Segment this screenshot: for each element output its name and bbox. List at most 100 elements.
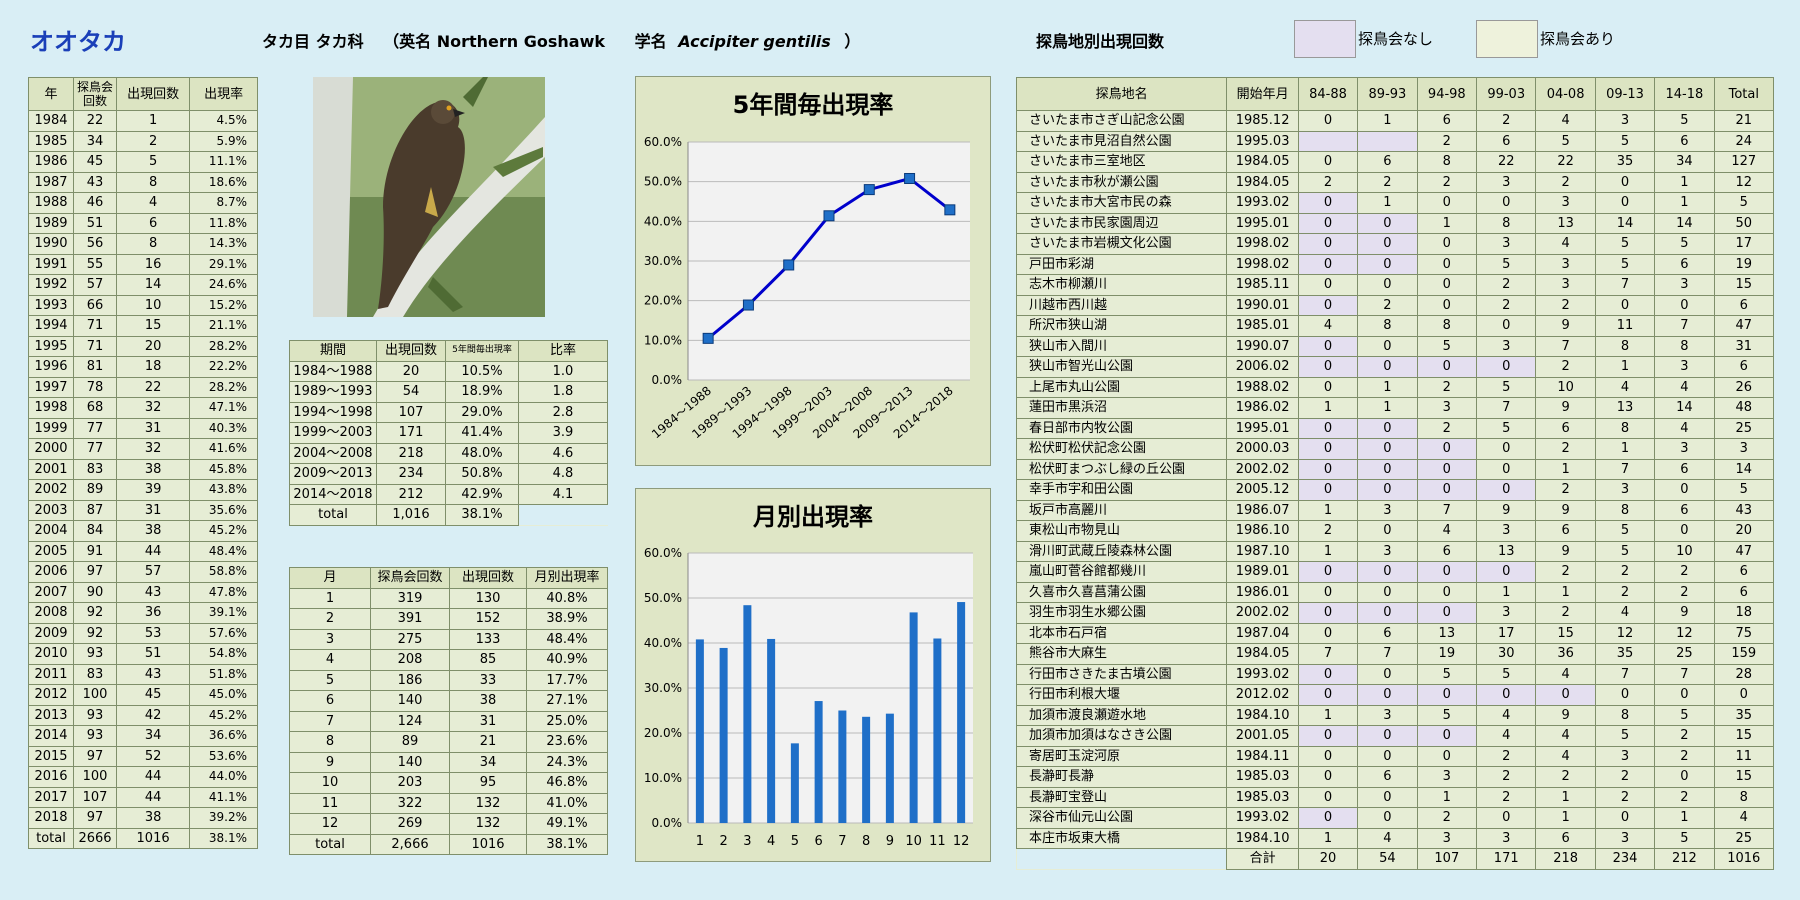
table-cell: 13 xyxy=(1476,540,1537,562)
table-cell: 0 xyxy=(1357,561,1418,583)
table-cell: 0 xyxy=(1357,417,1418,439)
site-section-title: 探鳥地別出現回数 xyxy=(1036,32,1165,51)
table-cell: 10 xyxy=(289,772,371,794)
table-cell: 5 xyxy=(289,669,371,691)
table-cell: 50 xyxy=(1713,212,1775,234)
table-cell: 5 xyxy=(1594,540,1656,562)
table-cell: 0 xyxy=(1594,294,1656,316)
table-cell: 4 xyxy=(1357,827,1418,849)
table-cell: 68 xyxy=(73,397,117,419)
table-cell: 3 xyxy=(1535,253,1596,275)
table-cell: 18.6% xyxy=(189,171,258,193)
table-row: 1987 43 8 18.6% xyxy=(28,171,258,193)
yearly-header: 年 xyxy=(28,77,74,111)
table-cell: 44 xyxy=(115,766,191,788)
table-row: 2002 89 39 43.8% xyxy=(28,479,258,501)
table-cell: 0 xyxy=(1416,356,1478,378)
table-cell: 3 xyxy=(1416,397,1478,419)
table-cell: 39.1% xyxy=(189,602,258,624)
table-cell: 2 xyxy=(1416,807,1478,829)
table-cell: 2004 xyxy=(28,520,74,542)
table-cell: 3 xyxy=(1654,438,1715,460)
table-cell: 152 xyxy=(449,608,527,630)
table-cell: 1 xyxy=(1297,499,1359,521)
table-cell: 2014～2018 xyxy=(289,483,377,505)
total-row: 合計 20 54 107 171 218 234 212 1016 xyxy=(1016,848,1775,870)
table-cell: 1.8 xyxy=(518,381,608,403)
x-tick-label: 2 xyxy=(719,834,727,849)
table-cell: 10 xyxy=(1654,540,1715,562)
site-name-cell: さいたま市三室地区 xyxy=(1015,151,1228,173)
table-cell: 0 xyxy=(1357,745,1418,767)
site-name-cell: 松伏町松伏記念公園 xyxy=(1015,438,1228,460)
table-cell: 4 xyxy=(1476,725,1537,747)
table-row: 1998 68 32 47.1% xyxy=(28,397,258,419)
table-row: 2015 97 52 53.6% xyxy=(28,745,258,767)
x-tick-label: 10 xyxy=(905,834,922,849)
table-cell: 6 xyxy=(1713,356,1775,378)
table-cell: 1999～2003 xyxy=(289,422,377,444)
site-name-cell: 戸田市彩湖 xyxy=(1015,253,1228,275)
table-cell: 46.8% xyxy=(526,772,608,794)
table-cell: 133 xyxy=(449,628,527,650)
table-cell: 97 xyxy=(73,745,117,767)
site-name-cell: 狭山市智光山公園 xyxy=(1015,356,1228,378)
total-cell: 38.1% xyxy=(445,504,519,526)
table-cell: 391 xyxy=(370,608,450,630)
table-cell: 2018 xyxy=(28,807,74,829)
table-cell: 24 xyxy=(1713,130,1775,152)
table-cell: 21 xyxy=(1713,110,1775,132)
table-cell: 28.2% xyxy=(189,335,258,357)
start-date-cell: 1988.02 xyxy=(1226,376,1299,398)
x-tick-label: 5 xyxy=(791,834,799,849)
table-cell: 6 xyxy=(1535,827,1596,849)
table-cell: 7 xyxy=(289,710,371,732)
table-cell: 0 xyxy=(1297,335,1359,357)
table-cell: 71 xyxy=(73,315,117,337)
start-date-cell: 1986.02 xyxy=(1226,397,1299,419)
table-cell: 93 xyxy=(73,643,117,665)
table-cell: 0 xyxy=(1476,315,1537,337)
table-cell: 1989 xyxy=(28,212,74,234)
table-cell: 0 xyxy=(1416,458,1478,480)
table-cell: 275 xyxy=(370,628,450,650)
table-cell: 0 xyxy=(1357,274,1418,296)
table-cell: 1 xyxy=(1297,827,1359,849)
site-name-cell: 上尾市丸山公園 xyxy=(1015,376,1228,398)
table-cell: total xyxy=(28,827,74,849)
table-cell: 44 xyxy=(115,540,191,562)
table-row: 1985 34 2 5.9% xyxy=(28,130,258,152)
table-cell: 7 xyxy=(1357,643,1418,665)
table-row: 2014～2018 212 42.9% 4.1 xyxy=(289,483,608,505)
table-cell: 92 xyxy=(73,622,117,644)
table-row: 1999 77 31 40.3% xyxy=(28,417,258,439)
site-name-cell: 東松山市物見山 xyxy=(1015,520,1228,542)
table-row: 川越市西川越 1990.01 0 2 0 2 2 0 0 6 xyxy=(1015,294,1775,316)
bar xyxy=(743,605,752,823)
table-cell: 35.6% xyxy=(189,499,258,521)
table-cell: 2 xyxy=(1535,294,1596,316)
total-cell: 171 xyxy=(1476,848,1537,870)
table-cell: 4 xyxy=(289,649,371,671)
table-cell: 1986 xyxy=(28,151,74,173)
table-row: さいたま市見沼自然公園 1995.03 2 6 5 5 6 24 xyxy=(1015,130,1775,152)
table-cell: 0 xyxy=(1357,663,1418,685)
site-name-cell: 川越市西川越 xyxy=(1015,294,1228,316)
table-cell: 43 xyxy=(73,171,117,193)
table-cell: 0 xyxy=(1357,212,1418,234)
table-cell: 4 xyxy=(1535,663,1596,685)
chart-title: 月別出現率 xyxy=(752,503,873,531)
site-header: 14-18 xyxy=(1654,77,1715,111)
table-cell: 0 xyxy=(1297,151,1359,173)
site-name-cell: 長瀞町長瀞 xyxy=(1015,766,1228,788)
data-point xyxy=(863,184,875,196)
table-cell: 2,666 xyxy=(370,833,450,855)
table-cell: 1992 xyxy=(28,274,74,296)
table-cell: 22 xyxy=(115,376,191,398)
table-cell: 0 xyxy=(1357,520,1418,542)
table-cell: 0 xyxy=(1476,458,1537,480)
y-tick-label: 60.0% xyxy=(644,546,682,560)
table-cell: 89 xyxy=(370,731,450,753)
start-date-cell: 1993.02 xyxy=(1226,663,1299,685)
table-cell: 0 xyxy=(1357,725,1418,747)
